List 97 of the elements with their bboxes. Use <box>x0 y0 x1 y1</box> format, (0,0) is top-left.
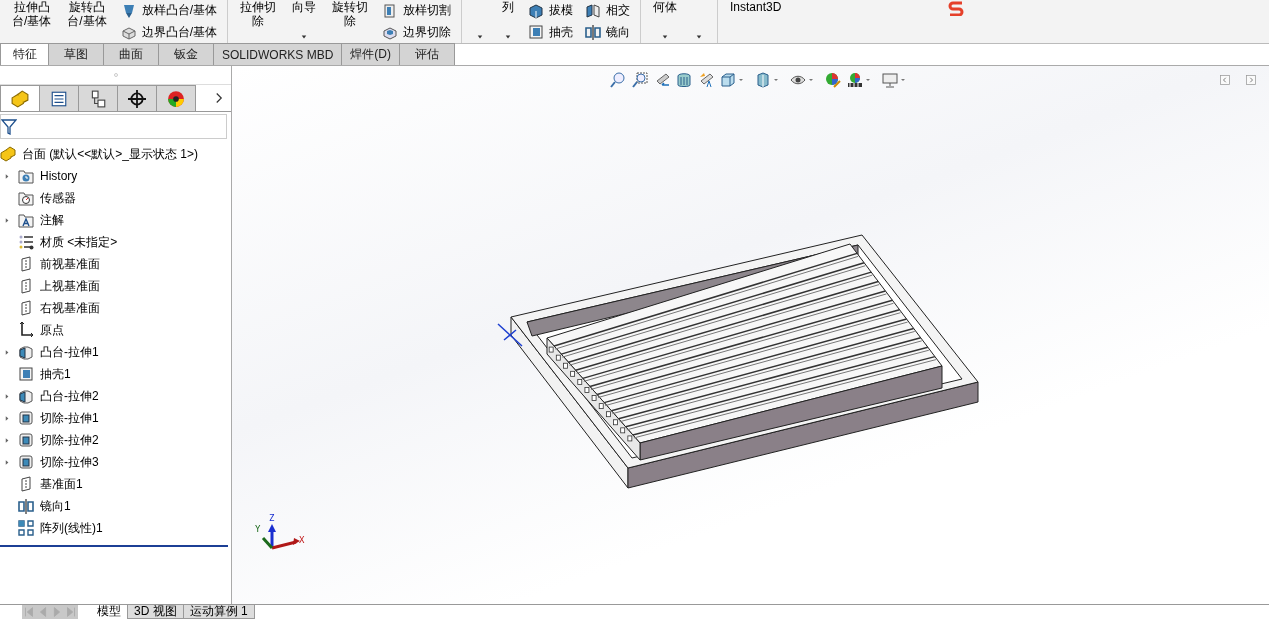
tree-item[interactable]: 凸台-拉伸1 <box>38 342 101 362</box>
extrude-block-icon <box>18 388 34 404</box>
filter-icon <box>1 118 17 135</box>
color-ball-icon <box>167 89 185 108</box>
crosshair-icon <box>128 89 146 108</box>
ribbon-button[interactable]: 何体 <box>645 0 686 43</box>
ribbon-button[interactable]: 相交 <box>585 2 631 20</box>
extrude-block-icon <box>18 344 34 360</box>
shell-icon <box>528 24 545 41</box>
ribbon-button[interactable]: 向导 <box>284 0 325 43</box>
model-tab[interactable]: 3D 视图 <box>127 605 184 619</box>
tree-item[interactable]: 阵列(线性)1 <box>38 518 105 538</box>
plane-icon <box>18 256 34 272</box>
app-logo-icon[interactable] <box>948 0 964 16</box>
property-list-icon <box>50 89 68 108</box>
tree-item[interactable]: 抽壳1 <box>38 364 73 384</box>
ribbon-button[interactable]: 列 <box>494 0 523 43</box>
ribbon-button[interactable]: 放样凸台/基体 <box>120 2 218 20</box>
cut-block-icon <box>18 410 34 426</box>
caret-icon[interactable] <box>737 76 745 84</box>
tree-item[interactable]: 前视基准面 <box>38 254 102 274</box>
ribbon-tab[interactable]: 焊件(D) <box>341 43 401 65</box>
filter-field[interactable] <box>0 114 227 139</box>
tree-item[interactable]: 基准面1 <box>38 474 85 494</box>
ribbon-button[interactable]: 拉伸切 除 <box>232 0 285 43</box>
zoom-fit-icon[interactable] <box>610 72 626 88</box>
ribbon-button[interactable]: 边界凸台/基体 <box>120 23 218 41</box>
tree-item[interactable]: 传感器 <box>38 188 78 208</box>
tree-item[interactable]: 右视基准面 <box>38 298 102 318</box>
expand-arrow-icon[interactable] <box>3 458 11 466</box>
tree-item[interactable]: History <box>38 168 80 184</box>
section-view-icon[interactable] <box>676 72 692 88</box>
plane-icon <box>18 300 34 316</box>
tree-item[interactable]: 切除-拉伸3 <box>38 452 101 472</box>
tree-item[interactable]: 材质 <未指定> <box>38 232 120 252</box>
folder-gauge-icon <box>18 190 34 206</box>
previous-view-icon[interactable] <box>654 72 670 88</box>
pattern-squares-icon <box>18 520 34 536</box>
ribbon-button[interactable]: 拉伸凸 台/基体 <box>4 0 60 43</box>
scene-icon[interactable] <box>847 72 863 88</box>
expand-arrow-icon[interactable] <box>3 348 11 356</box>
mirror-icon <box>585 24 602 41</box>
panel-tab[interactable] <box>117 85 157 111</box>
cut-block-icon <box>18 432 34 448</box>
dynamic-annotation-icon[interactable] <box>698 72 714 88</box>
folder-clock-icon <box>18 168 34 184</box>
tree-item[interactable]: 切除-拉伸2 <box>38 430 101 450</box>
folder-letter-icon <box>18 212 34 228</box>
caret-icon[interactable] <box>899 76 907 84</box>
expand-arrow-icon[interactable] <box>3 172 11 180</box>
ribbon-tab[interactable]: 钣金 <box>158 43 214 65</box>
ribbon-button[interactable]: 边界切除 <box>382 23 452 41</box>
panel-tab[interactable] <box>78 85 118 111</box>
plane-icon <box>18 278 34 294</box>
ribbon-button[interactable]: Instant3D <box>722 0 790 43</box>
part-blocks-icon <box>11 89 29 108</box>
view-orientation-icon[interactable] <box>720 72 736 88</box>
ribbon-button[interactable]: 抽壳 <box>528 23 574 41</box>
tree-item[interactable]: 切除-拉伸1 <box>38 408 101 428</box>
panel-tab[interactable] <box>156 85 196 111</box>
expand-arrow-icon[interactable] <box>3 392 11 400</box>
ribbon-tab[interactable]: 草图 <box>48 43 104 65</box>
grip-dot-icon[interactable] <box>111 71 120 79</box>
tree-root-label[interactable]: 台面 (默认<<默认>_显示状态 1>) <box>20 144 201 164</box>
ribbon-button[interactable]: 镜向 <box>585 23 631 41</box>
ribbon-tab[interactable]: 曲面 <box>103 43 159 65</box>
caret-icon[interactable] <box>772 76 780 84</box>
tree-item[interactable]: 上视基准面 <box>38 276 102 296</box>
ribbon-button[interactable]: 放样切割 <box>382 2 452 20</box>
ribbon-button[interactable]: 旋转凸 台/基体 <box>59 0 115 43</box>
monitor-icon[interactable] <box>882 72 898 88</box>
caret-icon[interactable] <box>807 76 815 84</box>
ribbon-tab[interactable]: SOLIDWORKS MBD <box>213 43 343 65</box>
expand-arrow-icon[interactable] <box>3 436 11 444</box>
ribbon-button[interactable]: 拔模 <box>528 2 574 20</box>
display-style-icon[interactable] <box>755 72 771 88</box>
ribbon-tab[interactable]: 评估 <box>399 43 456 65</box>
expand-arrow-icon[interactable] <box>3 414 11 422</box>
material-list-icon <box>18 234 34 250</box>
part-blocks-icon <box>0 146 16 162</box>
config-tree-icon <box>89 89 107 108</box>
tree-item[interactable]: 凸台-拉伸2 <box>38 386 101 406</box>
origin-axes-icon <box>18 322 34 338</box>
ribbon-button[interactable]: 旋转切 除 <box>324 0 377 43</box>
tree-item[interactable]: 注解 <box>38 210 66 230</box>
edit-appearance-icon[interactable] <box>825 72 841 88</box>
ribbon-tab[interactable]: 特征 <box>0 43 49 65</box>
model-tab[interactable]: 运动算例 1 <box>182 605 255 619</box>
tree-item[interactable]: 镜向1 <box>38 496 73 516</box>
expand-arrow-icon[interactable] <box>3 216 11 224</box>
mirror-icon <box>18 498 34 514</box>
caret-icon[interactable] <box>864 76 872 84</box>
zoom-area-icon[interactable] <box>632 72 648 88</box>
plane-icon <box>18 476 34 492</box>
shell-icon <box>18 366 34 382</box>
tree-item[interactable]: 原点 <box>38 320 66 340</box>
cut-block-icon <box>18 454 34 470</box>
